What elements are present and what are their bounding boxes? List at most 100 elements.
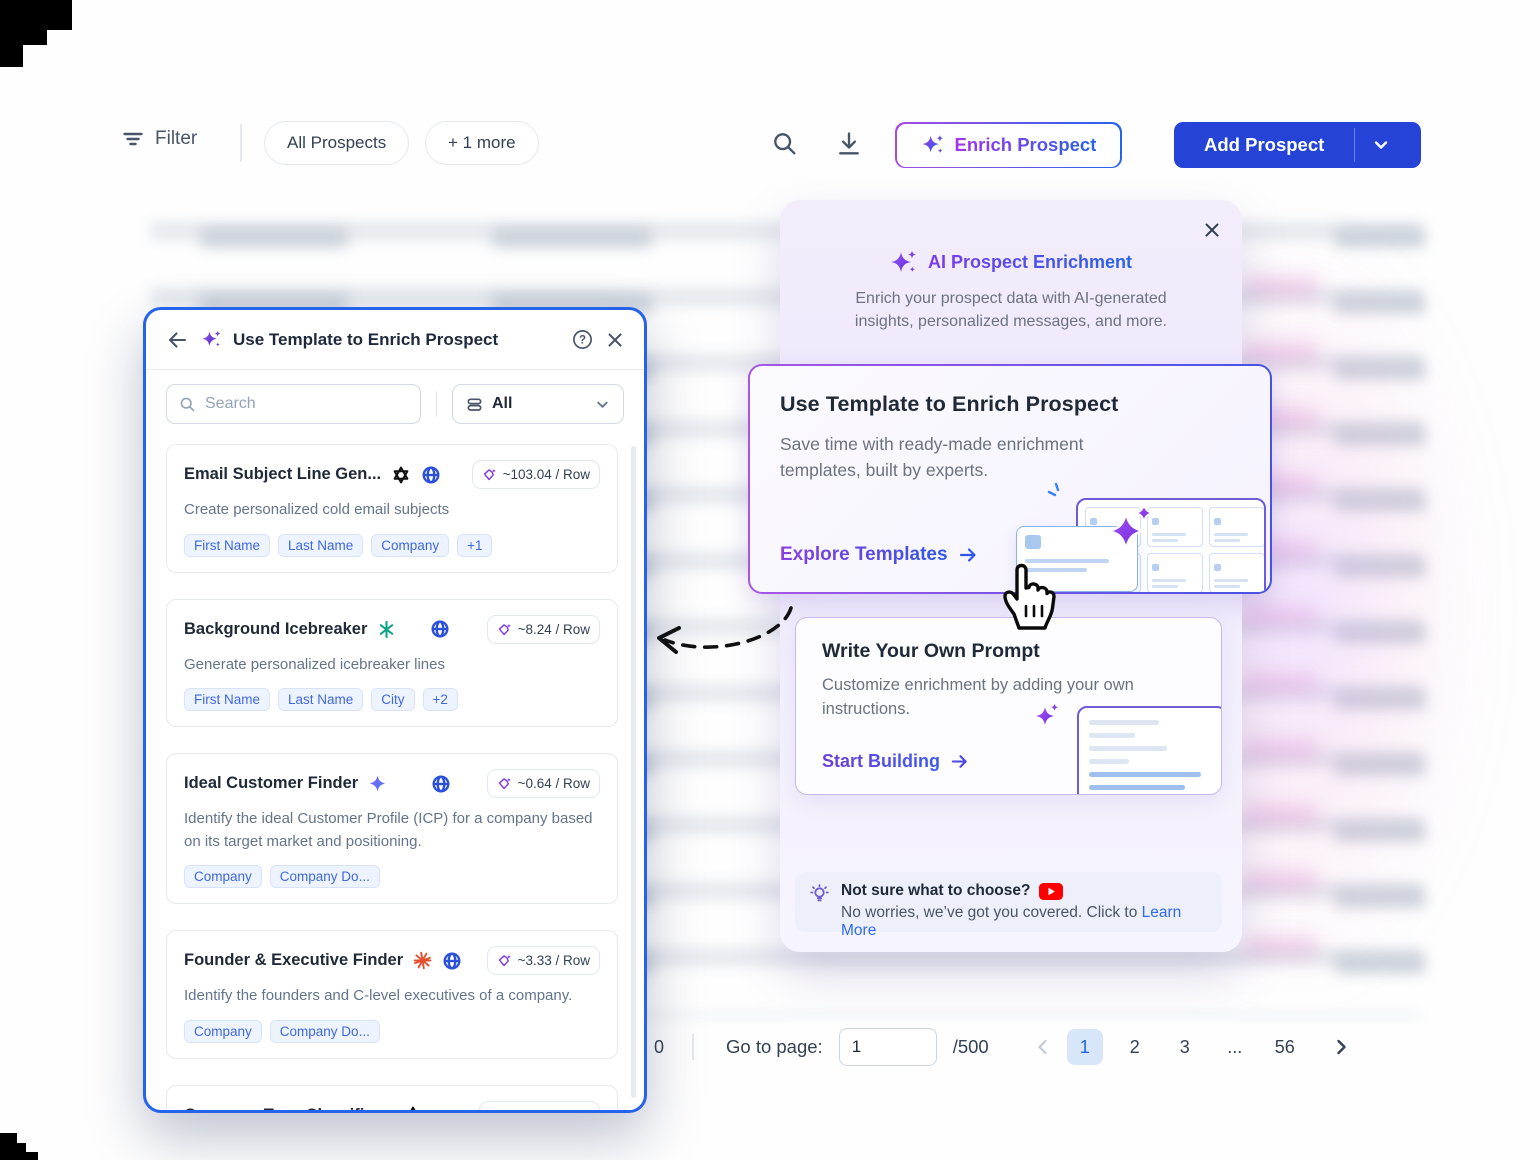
template-card-background-icebreaker[interactable]: Background Icebreaker ~8.24 / Row Gene xyxy=(166,599,618,728)
rows-filter-icon xyxy=(466,396,483,413)
template-card-company-classifier[interactable]: Company Type Classifier... ~76.02 / Row … xyxy=(166,1085,618,1114)
search-icon xyxy=(179,396,196,413)
toolbar: Filter All Prospects + 1 more Enrich Pro… xyxy=(0,118,1540,174)
page-button-1[interactable]: 1 xyxy=(1067,1029,1103,1065)
chip-label: + 1 more xyxy=(448,133,516,153)
sparkle-ai-icon xyxy=(890,248,918,276)
template-search-box[interactable] xyxy=(166,384,421,424)
chevron-down-icon xyxy=(1372,136,1390,154)
youtube-icon[interactable] xyxy=(1039,883,1063,900)
tag: Company xyxy=(184,865,262,888)
tag: First Name xyxy=(184,534,270,557)
corner-mark xyxy=(0,30,47,45)
toolbar-divider xyxy=(240,124,242,162)
enrich-prospect-button[interactable]: Enrich Prospect xyxy=(895,122,1122,168)
template-card-ideal-customer[interactable]: Ideal Customer Finder ~0.64 / Row Iden xyxy=(166,753,618,904)
modal-scrollbar[interactable] xyxy=(631,446,636,1098)
cost-badge: ~8.24 / Row xyxy=(487,615,600,644)
click-burst-icon xyxy=(1046,482,1068,504)
arrow-right-icon xyxy=(950,752,969,771)
go-to-page-label: Go to page: xyxy=(726,1036,823,1058)
tag: Company Do... xyxy=(270,865,380,888)
openai-icon xyxy=(391,465,411,485)
lightbulb-icon xyxy=(809,884,830,922)
corner-mark xyxy=(0,1143,26,1152)
chevron-left-icon[interactable] xyxy=(1033,1037,1053,1057)
search-button[interactable] xyxy=(771,130,799,158)
go-to-page-input[interactable] xyxy=(839,1028,937,1066)
add-prospect-label-area[interactable]: Add Prospect xyxy=(1174,122,1354,168)
template-tags: First Name Last Name City +2 xyxy=(184,688,600,711)
download-button[interactable] xyxy=(835,130,863,158)
enrich-button-label: Enrich Prospect xyxy=(955,134,1097,156)
template-card-email-subject[interactable]: Email Subject Line Gen... ~103.04 / Row xyxy=(166,444,618,573)
page-button-2[interactable]: 2 xyxy=(1117,1029,1153,1065)
explore-templates-link[interactable]: Explore Templates xyxy=(780,544,978,566)
download-icon xyxy=(835,130,863,158)
category-dropdown[interactable]: All xyxy=(452,384,624,424)
chevron-right-icon[interactable] xyxy=(1331,1037,1351,1057)
starburst-orange-icon xyxy=(413,951,432,970)
tag-more: +1 xyxy=(457,534,492,557)
page-button-3[interactable]: 3 xyxy=(1167,1029,1203,1065)
template-card-founder-finder[interactable]: Founder & Executive Finder ~3.33 / Row xyxy=(166,930,618,1059)
filter-icon xyxy=(122,128,144,150)
search-icon xyxy=(771,130,799,158)
help-box-title: Not sure what to choose? xyxy=(841,882,1030,900)
write-prompt-card[interactable]: Write Your Own Prompt Customize enrichme… xyxy=(795,617,1222,795)
cost-text: ~8.24 / Row xyxy=(518,622,590,637)
panel-subtitle: Enrich your prospect data with AI-genera… xyxy=(826,288,1196,333)
cost-badge: ~3.33 / Row xyxy=(487,946,600,975)
credit-gem-icon xyxy=(482,467,497,482)
page-ellipsis: ... xyxy=(1217,1029,1253,1065)
chip-all-prospects[interactable]: All Prospects xyxy=(264,121,409,165)
chip-label: All Prospects xyxy=(287,133,386,153)
tag: Last Name xyxy=(278,688,363,711)
template-name: Founder & Executive Finder xyxy=(184,951,403,970)
tag: Company xyxy=(371,534,449,557)
chip-more-filters[interactable]: + 1 more xyxy=(425,121,539,165)
explore-templates-label: Explore Templates xyxy=(780,544,948,566)
cost-badge: ~103.04 / Row xyxy=(472,460,600,489)
panel-title: AI Prospect Enrichment xyxy=(928,252,1132,273)
cursor-hand-icon xyxy=(995,556,1057,632)
modal-title: Use Template to Enrich Prospect xyxy=(233,330,559,350)
cost-text: ~0.64 / Row xyxy=(518,776,590,791)
tag: Last Name xyxy=(278,534,363,557)
template-search-input[interactable] xyxy=(205,395,408,413)
template-tags: Company Company Do... xyxy=(184,1020,600,1043)
use-template-card-title: Use Template to Enrich Prospect xyxy=(780,392,1240,417)
add-prospect-button[interactable]: Add Prospect xyxy=(1174,122,1421,168)
corner-mark xyxy=(0,0,72,30)
cost-text: ~103.04 / Row xyxy=(503,467,590,482)
add-prospect-dropdown[interactable] xyxy=(1355,122,1407,168)
back-arrow-icon[interactable] xyxy=(166,329,188,351)
modal-header: Use Template to Enrich Prospect ? xyxy=(146,310,644,370)
close-icon[interactable] xyxy=(606,331,624,349)
page-button-56[interactable]: 56 xyxy=(1267,1029,1303,1065)
template-name: Email Subject Line Gen... xyxy=(184,465,381,484)
credit-gem-icon xyxy=(497,953,512,968)
help-icon[interactable]: ? xyxy=(572,329,593,350)
sparkle-purple-icon xyxy=(1104,502,1156,560)
dashed-arrow-icon xyxy=(645,596,805,668)
cost-badge: ~0.64 / Row xyxy=(487,769,600,798)
category-dropdown-value: All xyxy=(492,395,586,413)
filter-button[interactable]: Filter xyxy=(122,128,197,150)
corner-mark xyxy=(0,45,23,67)
template-description: Create personalized cold email subjects xyxy=(184,499,600,522)
panel-header: AI Prospect Enrichment xyxy=(780,248,1242,276)
templates-illustration xyxy=(1064,488,1266,592)
corner-mark xyxy=(0,1152,38,1160)
sparkle-ai-icon xyxy=(201,329,222,350)
globe-icon xyxy=(421,465,441,485)
start-building-link[interactable]: Start Building xyxy=(822,751,969,772)
help-box-text: No worries, we’ve got you covered. Click… xyxy=(841,904,1208,940)
credit-gem-icon xyxy=(497,776,512,791)
template-name: Ideal Customer Finder xyxy=(184,774,358,793)
corner-mark xyxy=(0,1133,17,1143)
arrow-right-icon xyxy=(958,545,978,565)
close-icon[interactable] xyxy=(1202,220,1222,240)
start-building-label: Start Building xyxy=(822,751,940,772)
tag-more: +2 xyxy=(423,688,458,711)
